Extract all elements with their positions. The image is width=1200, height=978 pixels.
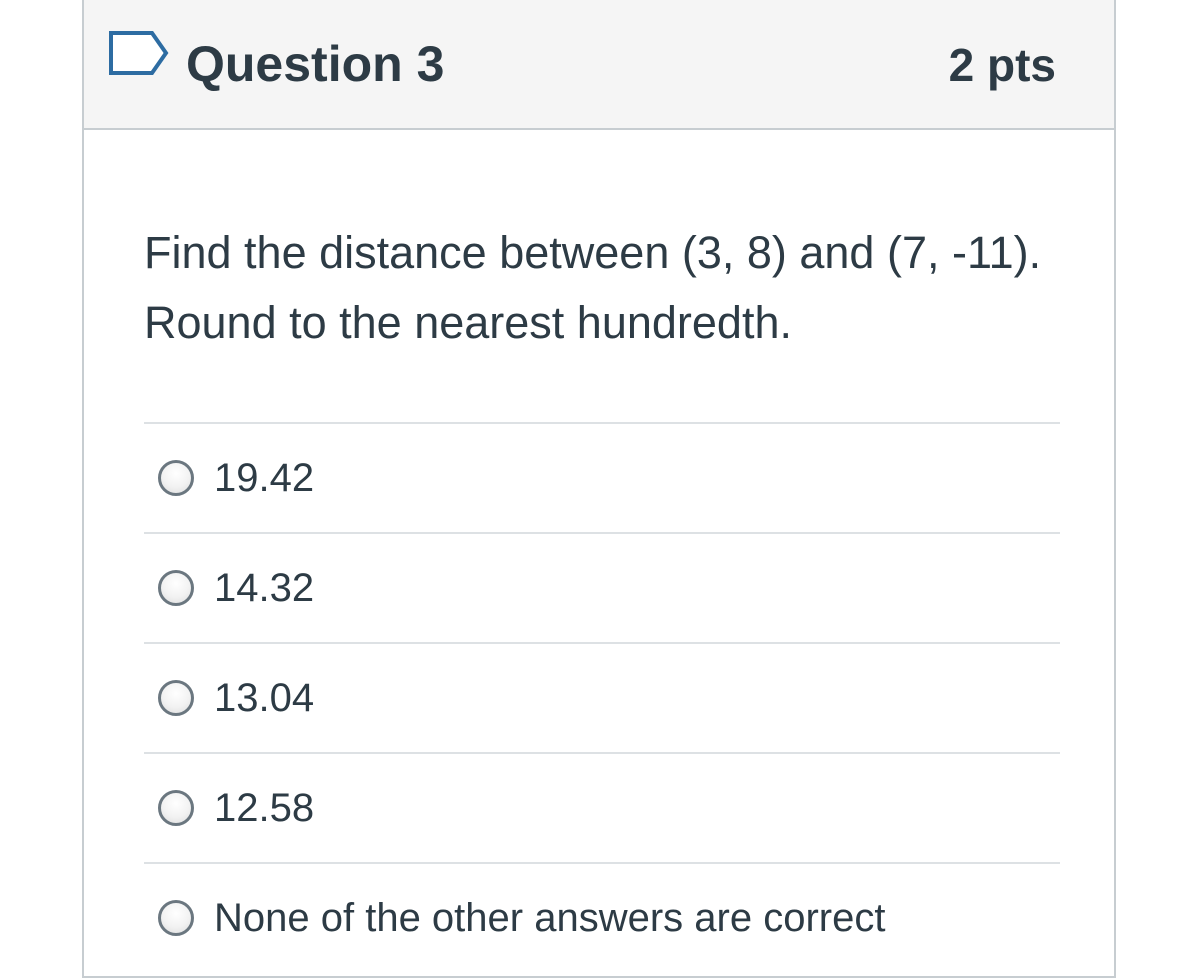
answer-option[interactable]: 13.04 bbox=[144, 642, 1060, 752]
answer-option[interactable]: 12.58 bbox=[144, 752, 1060, 862]
answer-option[interactable]: 14.32 bbox=[144, 532, 1060, 642]
answer-label: None of the other answers are correct bbox=[214, 895, 886, 940]
radio-button[interactable] bbox=[158, 570, 194, 606]
question-text: Find the distance between (3, 8) and (7,… bbox=[144, 218, 1074, 358]
question-line-1: Find the distance between (3, 8) and (7,… bbox=[144, 227, 1042, 278]
answer-label: 13.04 bbox=[214, 675, 315, 720]
answer-option[interactable]: 19.42 bbox=[144, 422, 1060, 532]
question-points: 2 pts bbox=[948, 39, 1056, 91]
radio-button[interactable] bbox=[158, 460, 194, 496]
radio-button[interactable] bbox=[158, 790, 194, 826]
answer-list: 19.42 14.32 13.04 12.58 None of the othe… bbox=[144, 422, 1060, 972]
question-header: Question 3 2 pts bbox=[84, 0, 1114, 130]
answer-label: 12.58 bbox=[214, 785, 315, 830]
answer-label: 19.42 bbox=[214, 455, 315, 500]
question-line-2: Round to the nearest hundredth. bbox=[144, 297, 792, 348]
question-title: Question 3 bbox=[186, 36, 445, 92]
answer-option[interactable]: None of the other answers are correct bbox=[144, 862, 1060, 972]
radio-button[interactable] bbox=[158, 680, 194, 716]
flag-question-icon[interactable] bbox=[108, 30, 170, 76]
answer-label: 14.32 bbox=[214, 565, 315, 610]
radio-button[interactable] bbox=[158, 900, 194, 936]
question-card: Question 3 2 pts Find the distance betwe… bbox=[82, 0, 1116, 978]
